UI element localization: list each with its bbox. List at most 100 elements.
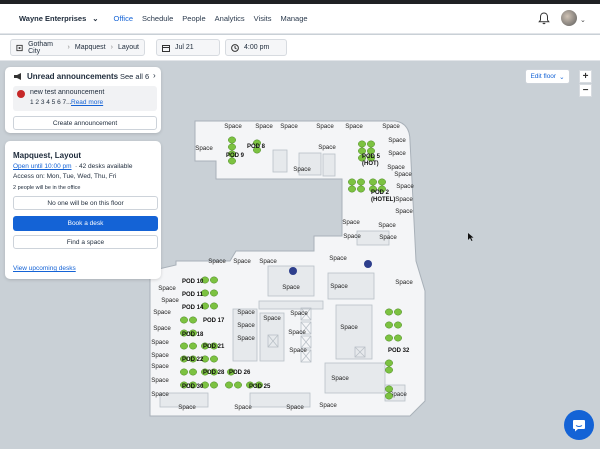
- space-label[interactable]: Space: [195, 145, 213, 152]
- desk-marker[interactable]: [367, 140, 375, 148]
- pod-label[interactable]: POD 10: [182, 279, 204, 285]
- space-label[interactable]: Space: [345, 123, 363, 130]
- desk-marker[interactable]: [210, 355, 218, 363]
- desk-marker[interactable]: [385, 334, 393, 342]
- nav-office[interactable]: Office: [114, 14, 133, 23]
- find-space-button[interactable]: Find a space: [13, 235, 158, 249]
- create-announcement-button[interactable]: Create announcement: [13, 116, 157, 130]
- desk-marker[interactable]: [385, 308, 393, 316]
- nav-manage[interactable]: Manage: [280, 14, 307, 23]
- desk-marker[interactable]: [189, 316, 197, 324]
- bell-icon[interactable]: [538, 12, 550, 25]
- space-label[interactable]: Space: [293, 166, 311, 173]
- desk-marker[interactable]: [394, 308, 402, 316]
- space-label[interactable]: Space: [395, 279, 413, 286]
- space-label[interactable]: Space: [286, 404, 304, 411]
- space-label[interactable]: Space: [151, 339, 169, 346]
- desk-marker[interactable]: [385, 385, 393, 393]
- desk-marker[interactable]: [228, 143, 236, 151]
- space-label[interactable]: Space: [237, 309, 255, 316]
- space-label[interactable]: Space: [151, 363, 169, 370]
- pod-label[interactable]: POD 32: [388, 348, 410, 354]
- space-label[interactable]: Space: [282, 284, 300, 291]
- desk-marker[interactable]: [394, 321, 402, 329]
- pod-label[interactable]: POD 30: [182, 384, 204, 390]
- space-label[interactable]: Space: [316, 123, 334, 130]
- desk-marker[interactable]: [210, 289, 218, 297]
- zoom-in-button[interactable]: +: [579, 70, 592, 83]
- space-label[interactable]: Space: [234, 404, 252, 411]
- see-all-link[interactable]: See all 6: [120, 72, 149, 81]
- pod-label[interactable]: POD 8: [247, 144, 266, 150]
- book-desk-button[interactable]: Book a desk: [13, 216, 158, 231]
- breadcrumb-floor[interactable]: Layout: [118, 44, 139, 51]
- pod-label[interactable]: POD 5 (HOT): [362, 154, 381, 167]
- desk-marker[interactable]: [348, 185, 356, 193]
- desk-marker[interactable]: [210, 302, 218, 310]
- space-label[interactable]: Space: [237, 335, 255, 342]
- desk-marker[interactable]: [394, 334, 402, 342]
- breadcrumb-city[interactable]: Gotham City: [28, 41, 62, 55]
- desk-marker[interactable]: [234, 381, 242, 389]
- desk-marker[interactable]: [358, 140, 366, 148]
- space-label[interactable]: Space: [153, 309, 171, 316]
- space-label[interactable]: Space: [151, 391, 169, 398]
- nav-visits[interactable]: Visits: [254, 14, 272, 23]
- date-picker[interactable]: Jul 21: [156, 39, 220, 56]
- space-label[interactable]: Space: [233, 258, 251, 265]
- desk-marker[interactable]: [369, 178, 377, 186]
- desk-marker[interactable]: [189, 342, 197, 350]
- space-label[interactable]: Space: [329, 255, 347, 262]
- nav-schedule[interactable]: Schedule: [142, 14, 173, 23]
- space-label[interactable]: Space: [378, 222, 396, 229]
- desk-marker[interactable]: [225, 381, 233, 389]
- chat-launcher-button[interactable]: [564, 410, 594, 440]
- desk-marker[interactable]: [385, 321, 393, 329]
- coffee-icon[interactable]: [289, 267, 297, 275]
- space-label[interactable]: Space: [153, 325, 171, 332]
- zoom-out-button[interactable]: −: [579, 84, 592, 97]
- space-label[interactable]: Space: [208, 258, 226, 265]
- breadcrumb[interactable]: Gotham City › Mapquest › Layout: [10, 39, 145, 56]
- pod-label[interactable]: POD 18: [182, 332, 204, 338]
- space-label[interactable]: Space: [319, 402, 337, 409]
- pod-label[interactable]: POD 9: [226, 153, 245, 159]
- desk-marker[interactable]: [180, 368, 188, 376]
- space-label[interactable]: Space: [289, 347, 307, 354]
- pod-label[interactable]: POD 17: [203, 318, 225, 324]
- desk-marker[interactable]: [385, 359, 393, 367]
- space-label[interactable]: Space: [151, 377, 169, 384]
- coffee-icon[interactable]: [364, 260, 372, 268]
- pod-label[interactable]: POD 28: [203, 370, 225, 376]
- desk-marker[interactable]: [210, 381, 218, 389]
- space-label[interactable]: Space: [395, 196, 413, 203]
- space-label[interactable]: Space: [343, 233, 361, 240]
- space-label[interactable]: Space: [280, 123, 298, 130]
- space-label[interactable]: Space: [151, 352, 169, 359]
- org-switcher[interactable]: Wayne Enterprises ⌄: [19, 14, 99, 23]
- space-label[interactable]: Space: [388, 150, 406, 157]
- edit-floor-button[interactable]: Edit floor ⌄: [525, 69, 570, 84]
- nav-analytics[interactable]: Analytics: [215, 14, 245, 23]
- space-label[interactable]: Space: [237, 322, 255, 329]
- space-label[interactable]: Space: [330, 283, 348, 290]
- space-label[interactable]: Space: [394, 171, 412, 178]
- pod-label[interactable]: POD 14: [182, 305, 204, 311]
- desk-marker[interactable]: [357, 185, 365, 193]
- pod-label[interactable]: POD 22: [182, 357, 204, 363]
- chevron-down-icon[interactable]: ⌄: [580, 16, 586, 24]
- desk-marker[interactable]: [180, 342, 188, 350]
- upcoming-desks-link[interactable]: View upcoming desks: [13, 265, 76, 272]
- space-label[interactable]: Space: [388, 137, 406, 144]
- space-label[interactable]: Space: [259, 258, 277, 265]
- space-label[interactable]: Space: [178, 404, 196, 411]
- desk-marker[interactable]: [385, 366, 393, 374]
- space-label[interactable]: Space: [161, 297, 179, 304]
- attendance-button[interactable]: No one will be on this floor: [13, 196, 158, 210]
- desk-marker[interactable]: [378, 178, 386, 186]
- pod-label[interactable]: POD 21: [203, 344, 225, 350]
- desk-marker[interactable]: [348, 178, 356, 186]
- space-label[interactable]: Space: [288, 329, 306, 336]
- time-picker[interactable]: 4:00 pm: [225, 39, 287, 56]
- space-label[interactable]: Space: [387, 164, 405, 171]
